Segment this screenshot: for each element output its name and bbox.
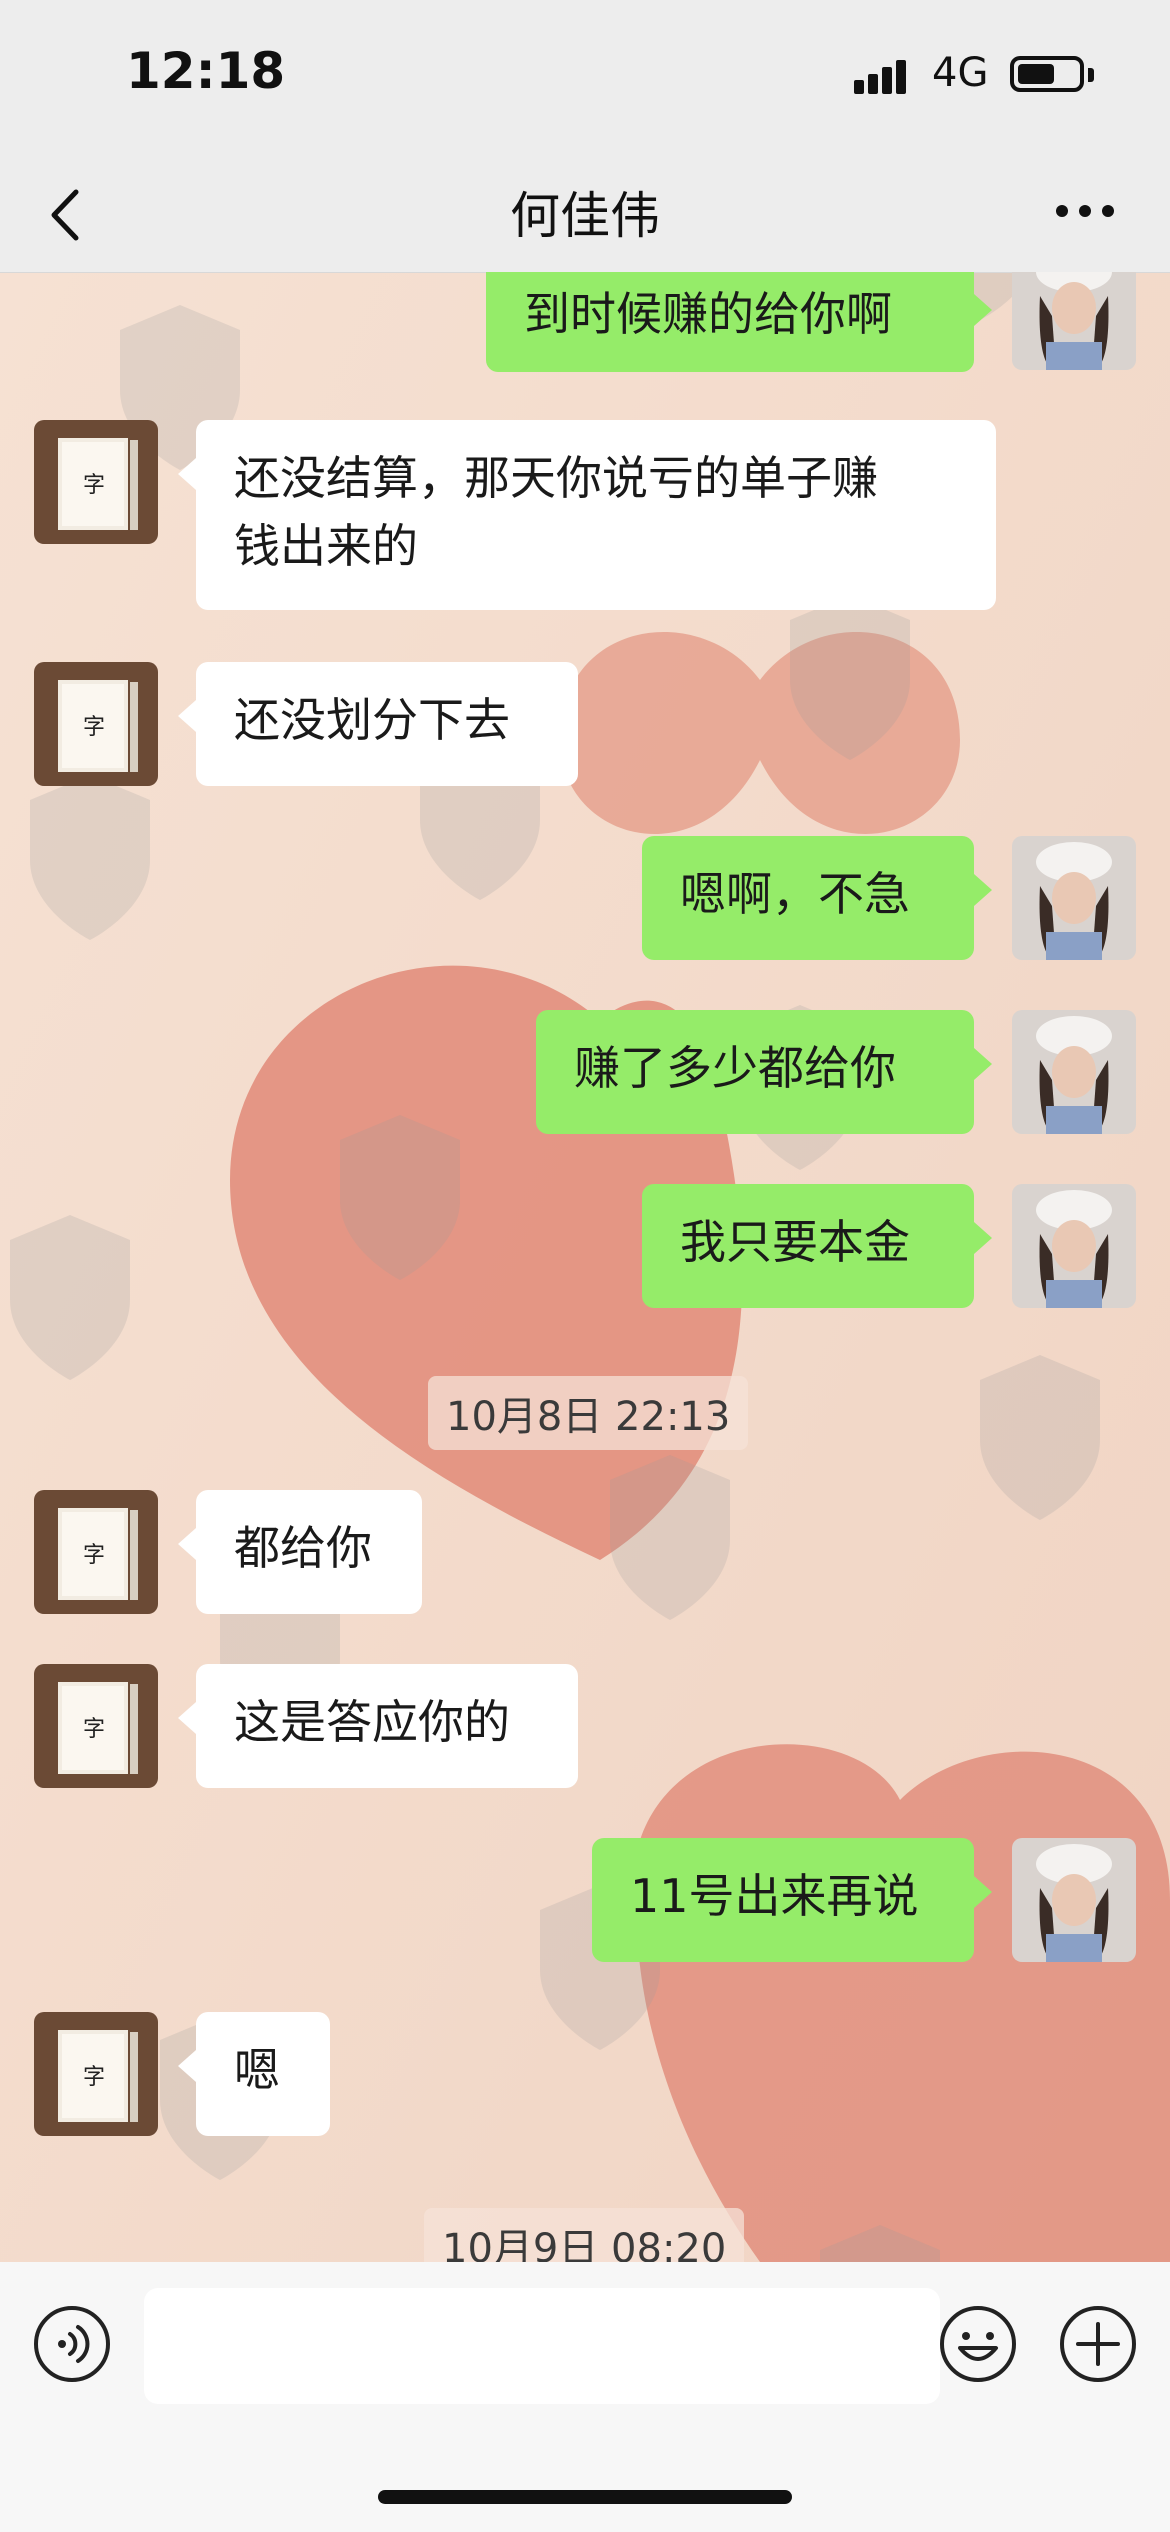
- svg-text:字: 字: [83, 715, 105, 740]
- message-bubble-in[interactable]: 嗯: [178, 2012, 330, 2136]
- avatar-self[interactable]: [1012, 272, 1136, 370]
- more-dots-icon[interactable]: [1050, 185, 1120, 245]
- message-bubble-out[interactable]: 到时候赚的给你啊: [486, 272, 992, 372]
- svg-text:字: 字: [83, 2065, 105, 2090]
- message-bubble-out[interactable]: 赚了多少都给你: [536, 1010, 992, 1134]
- avatar-contact[interactable]: 字: [34, 1664, 158, 1788]
- message-text: 嗯: [234, 2043, 280, 2097]
- message-text: 还没划分下去: [234, 693, 510, 747]
- network-type: 4G: [932, 50, 989, 96]
- message-bubble-in[interactable]: 都给你: [178, 1490, 422, 1614]
- message-bubble-out[interactable]: 嗯啊，不急: [642, 836, 992, 960]
- voice-icon[interactable]: [32, 2304, 112, 2384]
- message-text: 到时候赚的给你啊: [524, 287, 892, 341]
- plus-icon[interactable]: [1058, 2304, 1138, 2384]
- message-text: 我只要本金: [680, 1215, 910, 1269]
- message-bubble-in[interactable]: 还没结算，那天你说亏的单子赚 钱出来的: [178, 420, 996, 610]
- avatar-contact[interactable]: 字: [34, 662, 158, 786]
- message-input[interactable]: [144, 2288, 940, 2404]
- avatar-self[interactable]: [1012, 1184, 1136, 1308]
- message-text-line: 钱出来的: [234, 519, 418, 573]
- message-text: 嗯啊，不急: [680, 867, 910, 921]
- svg-text:字: 字: [83, 1543, 105, 1568]
- svg-text:字: 字: [83, 473, 105, 498]
- chat-title: 何佳伟: [510, 187, 660, 245]
- avatar-contact[interactable]: 字: [34, 1490, 158, 1614]
- avatar-contact[interactable]: 字: [34, 2012, 158, 2136]
- message-timestamp: 10月8日 22:13: [428, 1376, 749, 1450]
- home-indicator: [378, 2490, 792, 2504]
- message-bubble-in[interactable]: 还没划分下去: [178, 662, 578, 786]
- message-text: 都给你: [234, 1521, 372, 1575]
- signal-strength-icon: [854, 60, 906, 94]
- message-bubble-in[interactable]: 这是答应你的: [178, 1664, 578, 1788]
- svg-text:字: 字: [83, 1717, 105, 1742]
- battery-icon: [1010, 56, 1084, 92]
- message-text: 赚了多少都给你: [574, 1041, 896, 1095]
- status-bar: 12:18 4G: [0, 0, 1170, 160]
- message-text-line: 还没结算，那天你说亏的单子赚: [234, 451, 878, 505]
- status-time: 12:18: [126, 42, 286, 100]
- avatar-contact[interactable]: 字: [34, 420, 158, 544]
- message-text: 这是答应你的: [234, 1695, 510, 1749]
- chat-input-bar: [0, 2262, 1170, 2532]
- battery-tip: [1088, 68, 1094, 82]
- avatar-self[interactable]: [1012, 1010, 1136, 1134]
- avatar-self[interactable]: [1012, 1838, 1136, 1962]
- nav-bar: 何佳伟: [0, 160, 1170, 273]
- emoji-icon[interactable]: [938, 2304, 1018, 2384]
- chat-message-list[interactable]: 到时候赚的给你啊 字 还没结算，那天你说亏的单子赚 钱出来的 字 还没划分下去 …: [0, 272, 1170, 2262]
- message-timestamp: 10月9日 08:20: [424, 2208, 745, 2262]
- avatar-self[interactable]: [1012, 836, 1136, 960]
- message-bubble-out[interactable]: 我只要本金: [642, 1184, 992, 1308]
- message-text: 11号出来再说: [630, 1869, 919, 1923]
- message-bubble-out[interactable]: 11号出来再说: [592, 1838, 992, 1962]
